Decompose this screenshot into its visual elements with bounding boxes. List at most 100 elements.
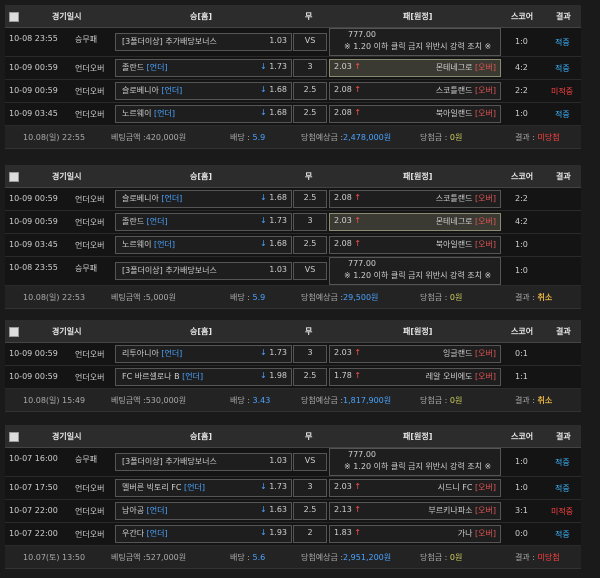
match-date: 10-09 03:45: [9, 109, 58, 118]
bet-amount: 베팅금액 :530,000원: [111, 396, 187, 405]
match-result: 적중: [555, 530, 570, 539]
table-row: 10-07 22:00 언더오버 남아공 [언더] ↓ 1.63 2.5 2.13 ↑ 부르…: [5, 500, 581, 523]
away-option[interactable]: 2.13 ↑ 부르키나파소 [오버]: [329, 502, 501, 520]
header-draw: 무: [305, 172, 313, 181]
home-option[interactable]: [3폴더이상] 추가배당보너스 1.03: [115, 262, 292, 280]
match-score: 1:0: [515, 109, 528, 118]
away-odds: 1.83 ↑: [334, 528, 362, 537]
draw-option[interactable]: 2: [293, 525, 327, 543]
draw-value: VS: [304, 456, 316, 465]
match-date: 10-09 00:59: [9, 217, 58, 226]
draw-option[interactable]: 2.5: [293, 368, 327, 386]
away-option[interactable]: 2.03 ↑ 몬테네그로 [오버]: [329, 213, 501, 231]
match-result: 적중: [555, 110, 570, 119]
draw-option[interactable]: 2.5: [293, 502, 327, 520]
away-odds: 2.03 ↑: [334, 216, 362, 225]
away-name: 스코틀랜드 [오버]: [435, 194, 496, 203]
draw-value: 2.5: [303, 85, 317, 94]
match-date: 10-07 22:00: [9, 506, 58, 515]
header-result: 결과: [556, 172, 571, 181]
home-option[interactable]: 졸란드 [언더] ↓ 1.73: [115, 59, 292, 77]
slip-result: 결과 : 취소: [515, 293, 553, 302]
select-all-checkbox[interactable]: [9, 327, 19, 337]
home-odds: 1.03: [269, 456, 287, 465]
draw-option[interactable]: 2.5: [293, 236, 327, 254]
header-score: 스코어: [511, 327, 534, 336]
header-home: 승[홈]: [190, 172, 213, 181]
home-odds: ↓ 1.68: [259, 193, 287, 202]
home-option[interactable]: FC 바르셀로나 B [언더] ↓ 1.98: [115, 368, 292, 386]
away-option[interactable]: 1.78 ↑ 레알 오비에도 [오버]: [329, 368, 501, 386]
away-name: 스코틀랜드 [오버]: [435, 86, 496, 95]
home-odds: ↓ 1.68: [259, 239, 287, 248]
table-row: 10-07 16:00 승무패 [3폴더이상] 추가배당보너스 1.03 VS 777.0…: [5, 448, 581, 477]
table-row: 10-08 23:55 승무패 [3폴더이상] 추가배당보너스 1.03 VS 777.0…: [5, 28, 581, 57]
away-option[interactable]: 2.08 ↑ 스코틀랜드 [오버]: [329, 82, 501, 100]
match-score: 0:1: [515, 349, 528, 358]
away-option[interactable]: 2.08 ↑ 북아일랜드 [오버]: [329, 236, 501, 254]
away-option[interactable]: 2.03 ↑ 잉글랜드 [오버]: [329, 345, 501, 363]
header-date: 경기일시: [52, 12, 82, 21]
home-name: 리투아니아 [언더]: [122, 349, 183, 358]
away-option[interactable]: 2.08 ↑ 북아일랜드 [오버]: [329, 105, 501, 123]
draw-option[interactable]: 3: [293, 345, 327, 363]
select-all-checkbox[interactable]: [9, 12, 19, 22]
header-date: 경기일시: [52, 432, 82, 441]
draw-option[interactable]: 2.5: [293, 105, 327, 123]
special-value: 777.00: [348, 30, 376, 39]
header-score: 스코어: [511, 432, 534, 441]
table-row: 10-07 22:00 언더오버 우간다 [언더] ↓ 1.93 2 1.83 ↑ 가나 […: [5, 523, 581, 546]
draw-option[interactable]: 3: [293, 479, 327, 497]
header-date: 경기일시: [52, 327, 82, 336]
header-home: 승[홈]: [190, 12, 213, 21]
match-score: 1:0: [515, 37, 528, 46]
home-option[interactable]: 노르웨이 [언더] ↓ 1.68: [115, 236, 292, 254]
special-value: 777.00: [348, 259, 376, 268]
bet-type: 언더오버: [75, 373, 105, 382]
draw-option[interactable]: 2.5: [293, 82, 327, 100]
away-option[interactable]: 1.83 ↑ 가나 [오버]: [329, 525, 501, 543]
draw-option[interactable]: VS: [293, 262, 327, 280]
draw-option[interactable]: 3: [293, 59, 327, 77]
table-header: 경기일시 승[홈] 무 패[원정] 스코어 결과: [5, 165, 581, 188]
away-name: 레알 오비에도 [오버]: [425, 372, 496, 381]
home-option[interactable]: 남아공 [언더] ↓ 1.63: [115, 502, 292, 520]
bet-amount: 베팅금액 :420,000원: [111, 133, 187, 142]
match-date: 10-07 22:00: [9, 529, 58, 538]
draw-option[interactable]: VS: [293, 33, 327, 51]
home-option[interactable]: 슬로베니아 [언더] ↓ 1.68: [115, 190, 292, 208]
home-option[interactable]: 멜버른 빅토리 FC [언더] ↓ 1.73: [115, 479, 292, 497]
home-option[interactable]: [3폴더이상] 추가배당보너스 1.03: [115, 33, 292, 51]
home-name: 멜버른 빅토리 FC [언더]: [122, 483, 205, 492]
home-option[interactable]: 졸란드 [언더] ↓ 1.73: [115, 213, 292, 231]
draw-value: 3: [307, 482, 313, 491]
slip-summary: 10.07(토) 13:50 베팅금액 :527,000원 배당 : 5.6 당첨예상…: [5, 546, 581, 569]
match-score: 1:0: [515, 483, 528, 492]
draw-value: 2.5: [303, 193, 317, 202]
draw-option[interactable]: VS: [293, 453, 327, 471]
table-row: 10-09 00:59 언더오버 FC 바르셀로나 B [언더] ↓ 1.98 2.5 1…: [5, 366, 581, 389]
draw-value: 3: [307, 348, 313, 357]
draw-option[interactable]: 2.5: [293, 190, 327, 208]
home-option[interactable]: 노르웨이 [언더] ↓ 1.68: [115, 105, 292, 123]
home-option[interactable]: 슬로베니아 [언더] ↓ 1.68: [115, 82, 292, 100]
header-result: 결과: [556, 12, 571, 21]
home-option[interactable]: 우간다 [언더] ↓ 1.93: [115, 525, 292, 543]
home-option[interactable]: 리투아니아 [언더] ↓ 1.73: [115, 345, 292, 363]
draw-value: 2.5: [303, 371, 317, 380]
away-option[interactable]: 2.03 ↑ 몬테네그로 [오버]: [329, 59, 501, 77]
select-all-checkbox[interactable]: [9, 172, 19, 182]
header-draw: 무: [305, 432, 313, 441]
table-row: 10-09 00:59 언더오버 슬로베니아 [언더] ↓ 1.68 2.5 2.08 ↑…: [5, 188, 581, 211]
draw-option[interactable]: 3: [293, 213, 327, 231]
home-option[interactable]: [3폴더이상] 추가배당보너스 1.03: [115, 453, 292, 471]
select-all-checkbox[interactable]: [9, 432, 19, 442]
away-option[interactable]: 2.03 ↑ 시드니 FC [오버]: [329, 479, 501, 497]
home-odds: ↓ 1.68: [259, 108, 287, 117]
away-option[interactable]: 2.08 ↑ 스코틀랜드 [오버]: [329, 190, 501, 208]
bet-type: 언더오버: [75, 64, 105, 73]
away-odds: 2.13 ↑: [334, 505, 362, 514]
draw-value: 3: [307, 62, 313, 71]
won-amount: 당첨금 : 0원: [420, 133, 463, 142]
header-away: 패[원정]: [403, 12, 433, 21]
